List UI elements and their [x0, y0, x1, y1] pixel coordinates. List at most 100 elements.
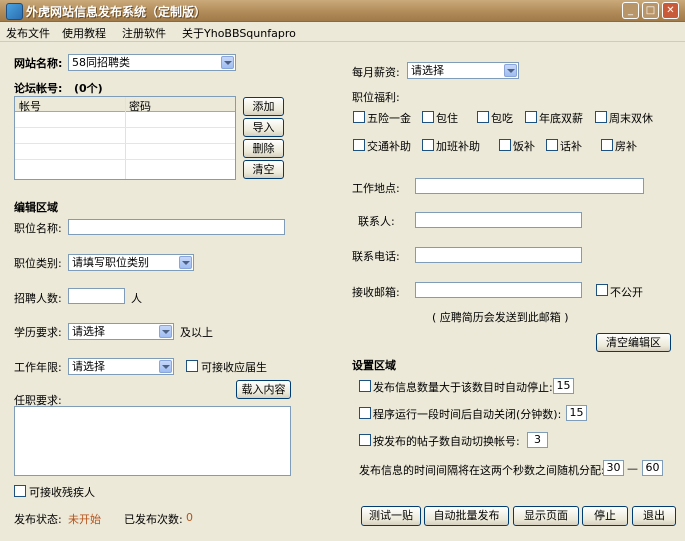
exit-button[interactable]: 退出 — [632, 506, 676, 526]
benefit-label-rent: 房补 — [615, 140, 637, 153]
menu-register[interactable]: 注册软件 — [122, 25, 166, 41]
benefit-label-meals: 包吃 — [491, 112, 513, 125]
education-label: 学历要求: — [14, 326, 62, 339]
benefit-label-phone: 话补 — [560, 140, 582, 153]
benefit-label-transport: 交通补助 — [367, 140, 411, 153]
accounts-label: 论坛帐号: — [14, 82, 63, 95]
interval-min-input[interactable]: 30 — [603, 460, 624, 476]
benefit-checkbox-weekends[interactable] — [595, 111, 607, 123]
phone-input[interactable] — [415, 247, 582, 263]
benefit-checkbox-meals[interactable] — [477, 111, 489, 123]
headcount-label: 招聘人数: — [14, 292, 62, 305]
job-name-label: 职位名称: — [14, 222, 62, 235]
menu-tutorial[interactable]: 使用教程 — [62, 25, 106, 41]
benefits-label: 职位福利: — [352, 91, 400, 104]
maximize-button[interactable]: □ — [642, 2, 659, 19]
close-button[interactable]: ✕ — [662, 2, 679, 19]
auto-stop-input[interactable]: 15 — [553, 378, 574, 394]
accounts-table[interactable]: 帐号 密码 — [14, 96, 236, 180]
menu-publish-file[interactable]: 发布文件 — [6, 25, 50, 41]
contact-input[interactable] — [415, 212, 582, 228]
benefit-label-meal-allowance: 饭补 — [513, 140, 535, 153]
years-value: 请选择 — [72, 360, 105, 373]
education-value: 请选择 — [72, 325, 105, 338]
headcount-input[interactable] — [68, 288, 125, 304]
phone-label: 联系电话: — [352, 250, 400, 263]
interval-max-input[interactable]: 60 — [642, 460, 663, 476]
benefit-checkbox-bonus[interactable] — [525, 111, 537, 123]
benefit-checkbox-overtime[interactable] — [422, 139, 434, 151]
chevron-down-icon — [159, 360, 172, 373]
benefit-checkbox-rent[interactable] — [601, 139, 613, 151]
location-label: 工作地点: — [352, 182, 400, 195]
column-header-password[interactable]: 密码 — [129, 98, 151, 114]
add-account-button[interactable]: 添加 — [243, 97, 284, 116]
benefit-label-overtime: 加班补助 — [436, 140, 480, 153]
title-bar: 外虎网站信息发布系统（定制版） _ □ ✕ — [0, 0, 685, 22]
fresh-grad-checkbox[interactable] — [186, 360, 198, 372]
contact-label: 联系人: — [358, 215, 395, 228]
minimize-button[interactable]: _ — [622, 2, 639, 19]
menu-about[interactable]: 关于YhoBBSqunfapro — [182, 25, 296, 41]
settings-section-title: 设置区域 — [352, 359, 396, 372]
requirement-textarea[interactable] — [14, 406, 291, 476]
load-content-button[interactable]: 载入内容 — [236, 380, 291, 399]
salary-value: 请选择 — [411, 64, 444, 77]
email-private-label: 不公开 — [610, 286, 643, 299]
show-page-button[interactable]: 显示页面 — [513, 506, 579, 526]
job-name-input[interactable] — [68, 219, 285, 235]
auto-stop-checkbox[interactable] — [359, 380, 371, 392]
clear-accounts-button[interactable]: 清空 — [243, 160, 284, 179]
education-select[interactable]: 请选择 — [68, 323, 174, 340]
auto-close-label: 程序运行一段时间后自动关闭(分钟数): — [373, 408, 562, 421]
publish-count-value: 0 — [186, 511, 193, 524]
menu-bar: 发布文件 使用教程 注册软件 关于YhoBBSqunfapro — [0, 22, 685, 42]
chevron-down-icon — [504, 64, 517, 77]
salary-select[interactable]: 请选择 — [407, 62, 519, 79]
email-private-checkbox[interactable] — [596, 284, 608, 296]
benefit-label-housing: 包住 — [436, 112, 458, 125]
benefit-checkbox-housing[interactable] — [422, 111, 434, 123]
delete-account-button[interactable]: 删除 — [243, 139, 284, 158]
interval-label: 发布信息的时间间隔将在这两个秒数之间随机分配: — [359, 464, 605, 477]
edit-section-title: 编辑区域 — [14, 201, 58, 214]
email-hint: ( 应聘简历会发送到此邮箱 ) — [432, 311, 569, 324]
auto-close-checkbox[interactable] — [359, 407, 371, 419]
years-select[interactable]: 请选择 — [68, 358, 174, 375]
stop-button[interactable]: 停止 — [582, 506, 628, 526]
auto-switch-checkbox[interactable] — [359, 434, 371, 446]
auto-switch-input[interactable]: 3 — [527, 432, 548, 448]
chevron-down-icon — [221, 56, 234, 69]
benefit-checkbox-phone[interactable] — [546, 139, 558, 151]
auto-switch-label: 按发布的帖子数自动切换帐号: — [373, 435, 520, 448]
status-value: 未开始 — [68, 513, 101, 526]
salary-label: 每月薪资: — [352, 66, 400, 79]
disabled-checkbox[interactable] — [14, 485, 26, 497]
chevron-down-icon — [159, 325, 172, 338]
fresh-grad-label: 可接收应届生 — [201, 361, 267, 374]
chevron-down-icon — [179, 256, 192, 269]
site-select[interactable]: 58同招聘类 — [68, 54, 236, 71]
education-suffix: 及以上 — [180, 326, 213, 339]
test-post-button[interactable]: 测试一贴 — [361, 506, 421, 526]
disabled-label: 可接收残疾人 — [29, 486, 95, 499]
location-input[interactable] — [415, 178, 644, 194]
batch-publish-button[interactable]: 自动批量发布 — [424, 506, 509, 526]
status-label: 发布状态: — [14, 513, 62, 526]
benefit-checkbox-insurance[interactable] — [353, 111, 365, 123]
import-account-button[interactable]: 导入 — [243, 118, 284, 137]
benefit-checkbox-meal-allowance[interactable] — [499, 139, 511, 151]
site-select-value: 58同招聘类 — [72, 56, 130, 69]
years-label: 工作年限: — [14, 361, 62, 374]
benefit-checkbox-transport[interactable] — [353, 139, 365, 151]
site-label: 网站名称: — [14, 57, 63, 70]
job-type-select[interactable]: 请填写职位类别 — [68, 254, 194, 271]
email-input[interactable] — [415, 282, 582, 298]
accounts-count: (0个) — [74, 82, 103, 95]
benefit-label-weekends: 周末双休 — [609, 112, 653, 125]
auto-close-input[interactable]: 15 — [566, 405, 587, 421]
clear-edit-button[interactable]: 清空编辑区 — [596, 333, 671, 352]
headcount-unit: 人 — [131, 292, 142, 305]
column-header-account[interactable]: 帐号 — [19, 98, 41, 114]
job-type-label: 职位类别: — [14, 257, 62, 270]
